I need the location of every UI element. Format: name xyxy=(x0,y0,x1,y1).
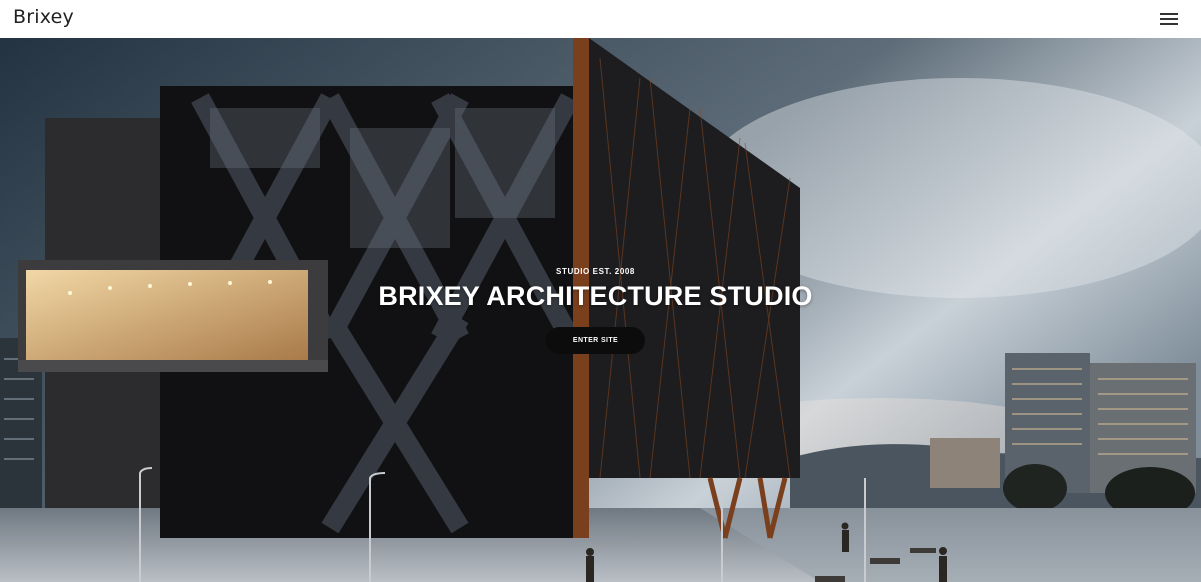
hamburger-menu-icon[interactable] xyxy=(1160,13,1178,25)
hero-section: STUDIO EST. 2008 BRIXEY ARCHITECTURE STU… xyxy=(0,38,1201,582)
hero-title: BRIXEY ARCHITECTURE STUDIO xyxy=(378,281,813,311)
site-logo[interactable]: Brixey xyxy=(13,6,74,28)
hero-eyebrow: STUDIO EST. 2008 xyxy=(556,267,635,276)
enter-site-button[interactable]: ENTER SITE xyxy=(546,327,645,354)
hero-overlay: STUDIO EST. 2008 BRIXEY ARCHITECTURE STU… xyxy=(0,38,1201,582)
site-header: Brixey xyxy=(0,0,1201,38)
